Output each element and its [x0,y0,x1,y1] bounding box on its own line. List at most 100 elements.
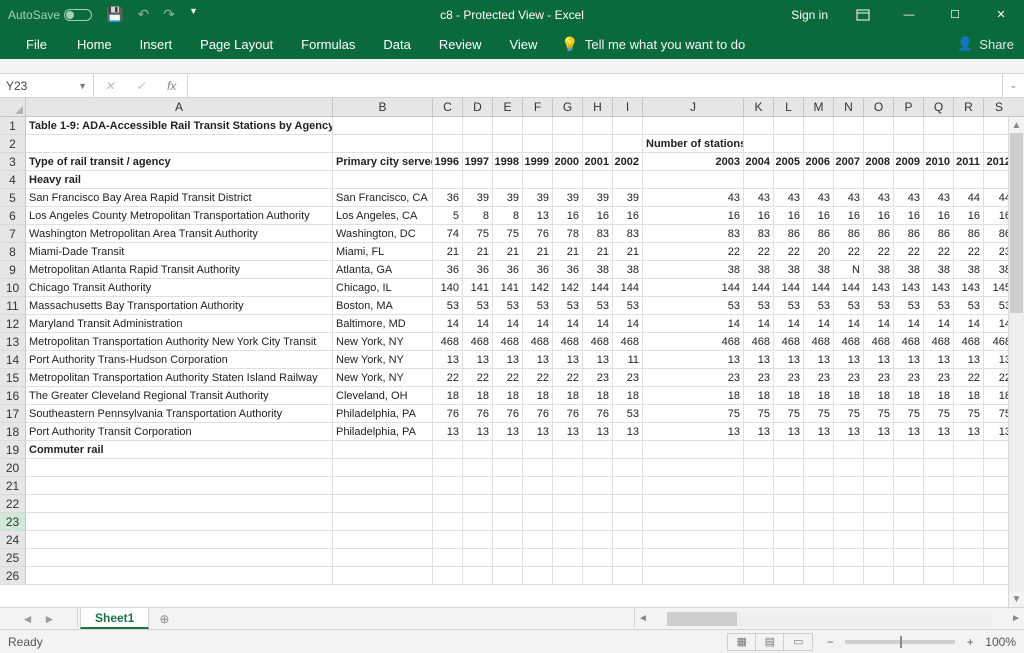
spreadsheet-grid[interactable]: A B C D E F G H I J K L M N O P Q R S 1T… [0,98,1024,607]
cell[interactable] [744,495,774,513]
value-cell[interactable]: 468 [463,333,493,351]
col-header[interactable]: J [643,98,744,116]
cell[interactable] [774,495,804,513]
city-header[interactable]: Primary city served [333,153,433,171]
value-cell[interactable]: 11 [613,351,643,369]
value-cell[interactable]: 86 [924,225,954,243]
value-cell[interactable]: 38 [954,261,984,279]
row-header[interactable]: 6 [0,207,26,225]
cell[interactable] [523,477,553,495]
value-cell[interactable]: 142 [523,279,553,297]
sheet-tab[interactable]: Sheet1 [80,608,149,629]
cell[interactable] [804,171,834,189]
value-cell[interactable]: 13 [463,351,493,369]
year-header[interactable]: 2007 [834,153,864,171]
row-header[interactable]: 18 [0,423,26,441]
col-header[interactable]: M [804,98,834,116]
agency-name[interactable]: Washington Metropolitan Area Transit Aut… [26,225,333,243]
cell[interactable] [924,135,954,153]
cell[interactable] [894,495,924,513]
autosave-toggle[interactable]: AutoSave [8,8,92,22]
value-cell[interactable]: 53 [834,297,864,315]
value-cell[interactable]: 13 [864,423,894,441]
value-cell[interactable]: 18 [864,387,894,405]
value-cell[interactable]: 75 [643,405,744,423]
file-tab[interactable]: File [10,29,63,59]
value-cell[interactable]: 18 [924,387,954,405]
value-cell[interactable]: 21 [523,243,553,261]
cell[interactable] [643,117,744,135]
close-button[interactable]: ✕ [978,0,1024,29]
cell[interactable] [583,531,613,549]
value-cell[interactable]: 36 [463,261,493,279]
cell[interactable] [864,513,894,531]
value-cell[interactable]: 144 [834,279,864,297]
agency-name[interactable]: Metropolitan Atlanta Rapid Transit Autho… [26,261,333,279]
value-cell[interactable]: 18 [643,387,744,405]
cell[interactable] [954,459,984,477]
cell[interactable] [774,135,804,153]
cell[interactable] [463,135,493,153]
value-cell[interactable]: 39 [613,189,643,207]
scroll-right-icon[interactable]: ► [1008,613,1024,624]
cell[interactable] [744,171,774,189]
value-cell[interactable]: 86 [864,225,894,243]
cell[interactable] [333,531,433,549]
value-cell[interactable]: N [834,261,864,279]
cell[interactable] [834,549,864,567]
cell[interactable] [553,477,583,495]
cell[interactable] [744,567,774,585]
city-name[interactable]: Baltimore, MD [333,315,433,333]
value-cell[interactable]: 18 [804,387,834,405]
value-cell[interactable]: 39 [493,189,523,207]
value-cell[interactable]: 14 [954,315,984,333]
cell[interactable] [774,567,804,585]
cell[interactable] [333,495,433,513]
value-cell[interactable]: 468 [834,333,864,351]
cell[interactable] [834,117,864,135]
name-box-dropdown-icon[interactable]: ▼ [78,81,87,91]
city-name[interactable]: Boston, MA [333,297,433,315]
value-cell[interactable]: 13 [583,423,613,441]
value-cell[interactable]: 13 [924,351,954,369]
value-cell[interactable]: 13 [493,351,523,369]
value-cell[interactable]: 21 [433,243,463,261]
col-header[interactable]: O [864,98,894,116]
value-cell[interactable]: 75 [804,405,834,423]
signin-button[interactable]: Sign in [779,8,840,22]
value-cell[interactable]: 8 [493,207,523,225]
agency-name[interactable]: San Francisco Bay Area Rapid Transit Dis… [26,189,333,207]
row-header[interactable]: 8 [0,243,26,261]
cell[interactable] [643,459,744,477]
sheet-nav-next-icon[interactable]: ► [44,612,56,626]
value-cell[interactable]: 18 [954,387,984,405]
year-header[interactable]: 1999 [523,153,553,171]
cell[interactable] [493,459,523,477]
col-header[interactable]: I [613,98,643,116]
value-cell[interactable]: 18 [553,387,583,405]
value-cell[interactable]: 86 [804,225,834,243]
col-header[interactable]: A [26,98,333,116]
cell[interactable] [804,117,834,135]
sheet-nav[interactable]: ◄ ► [0,608,78,629]
value-cell[interactable]: 20 [804,243,834,261]
col-header[interactable]: S [984,98,1014,116]
value-cell[interactable]: 16 [613,207,643,225]
col-header[interactable]: G [553,98,583,116]
cell[interactable] [744,513,774,531]
cell[interactable] [924,549,954,567]
value-cell[interactable]: 36 [433,261,463,279]
cell[interactable] [643,171,744,189]
year-header[interactable]: 2002 [613,153,643,171]
cell[interactable] [583,441,613,459]
value-cell[interactable]: 83 [744,225,774,243]
value-cell[interactable]: 23 [924,369,954,387]
agency-name[interactable]: Los Angeles County Metropolitan Transpor… [26,207,333,225]
cancel-icon[interactable]: ✕ [105,79,115,93]
row-header[interactable]: 25 [0,549,26,567]
cell[interactable] [613,495,643,513]
name-box[interactable]: Y23 ▼ [0,74,94,97]
cell[interactable] [924,171,954,189]
cell[interactable] [894,135,924,153]
cell[interactable] [493,171,523,189]
